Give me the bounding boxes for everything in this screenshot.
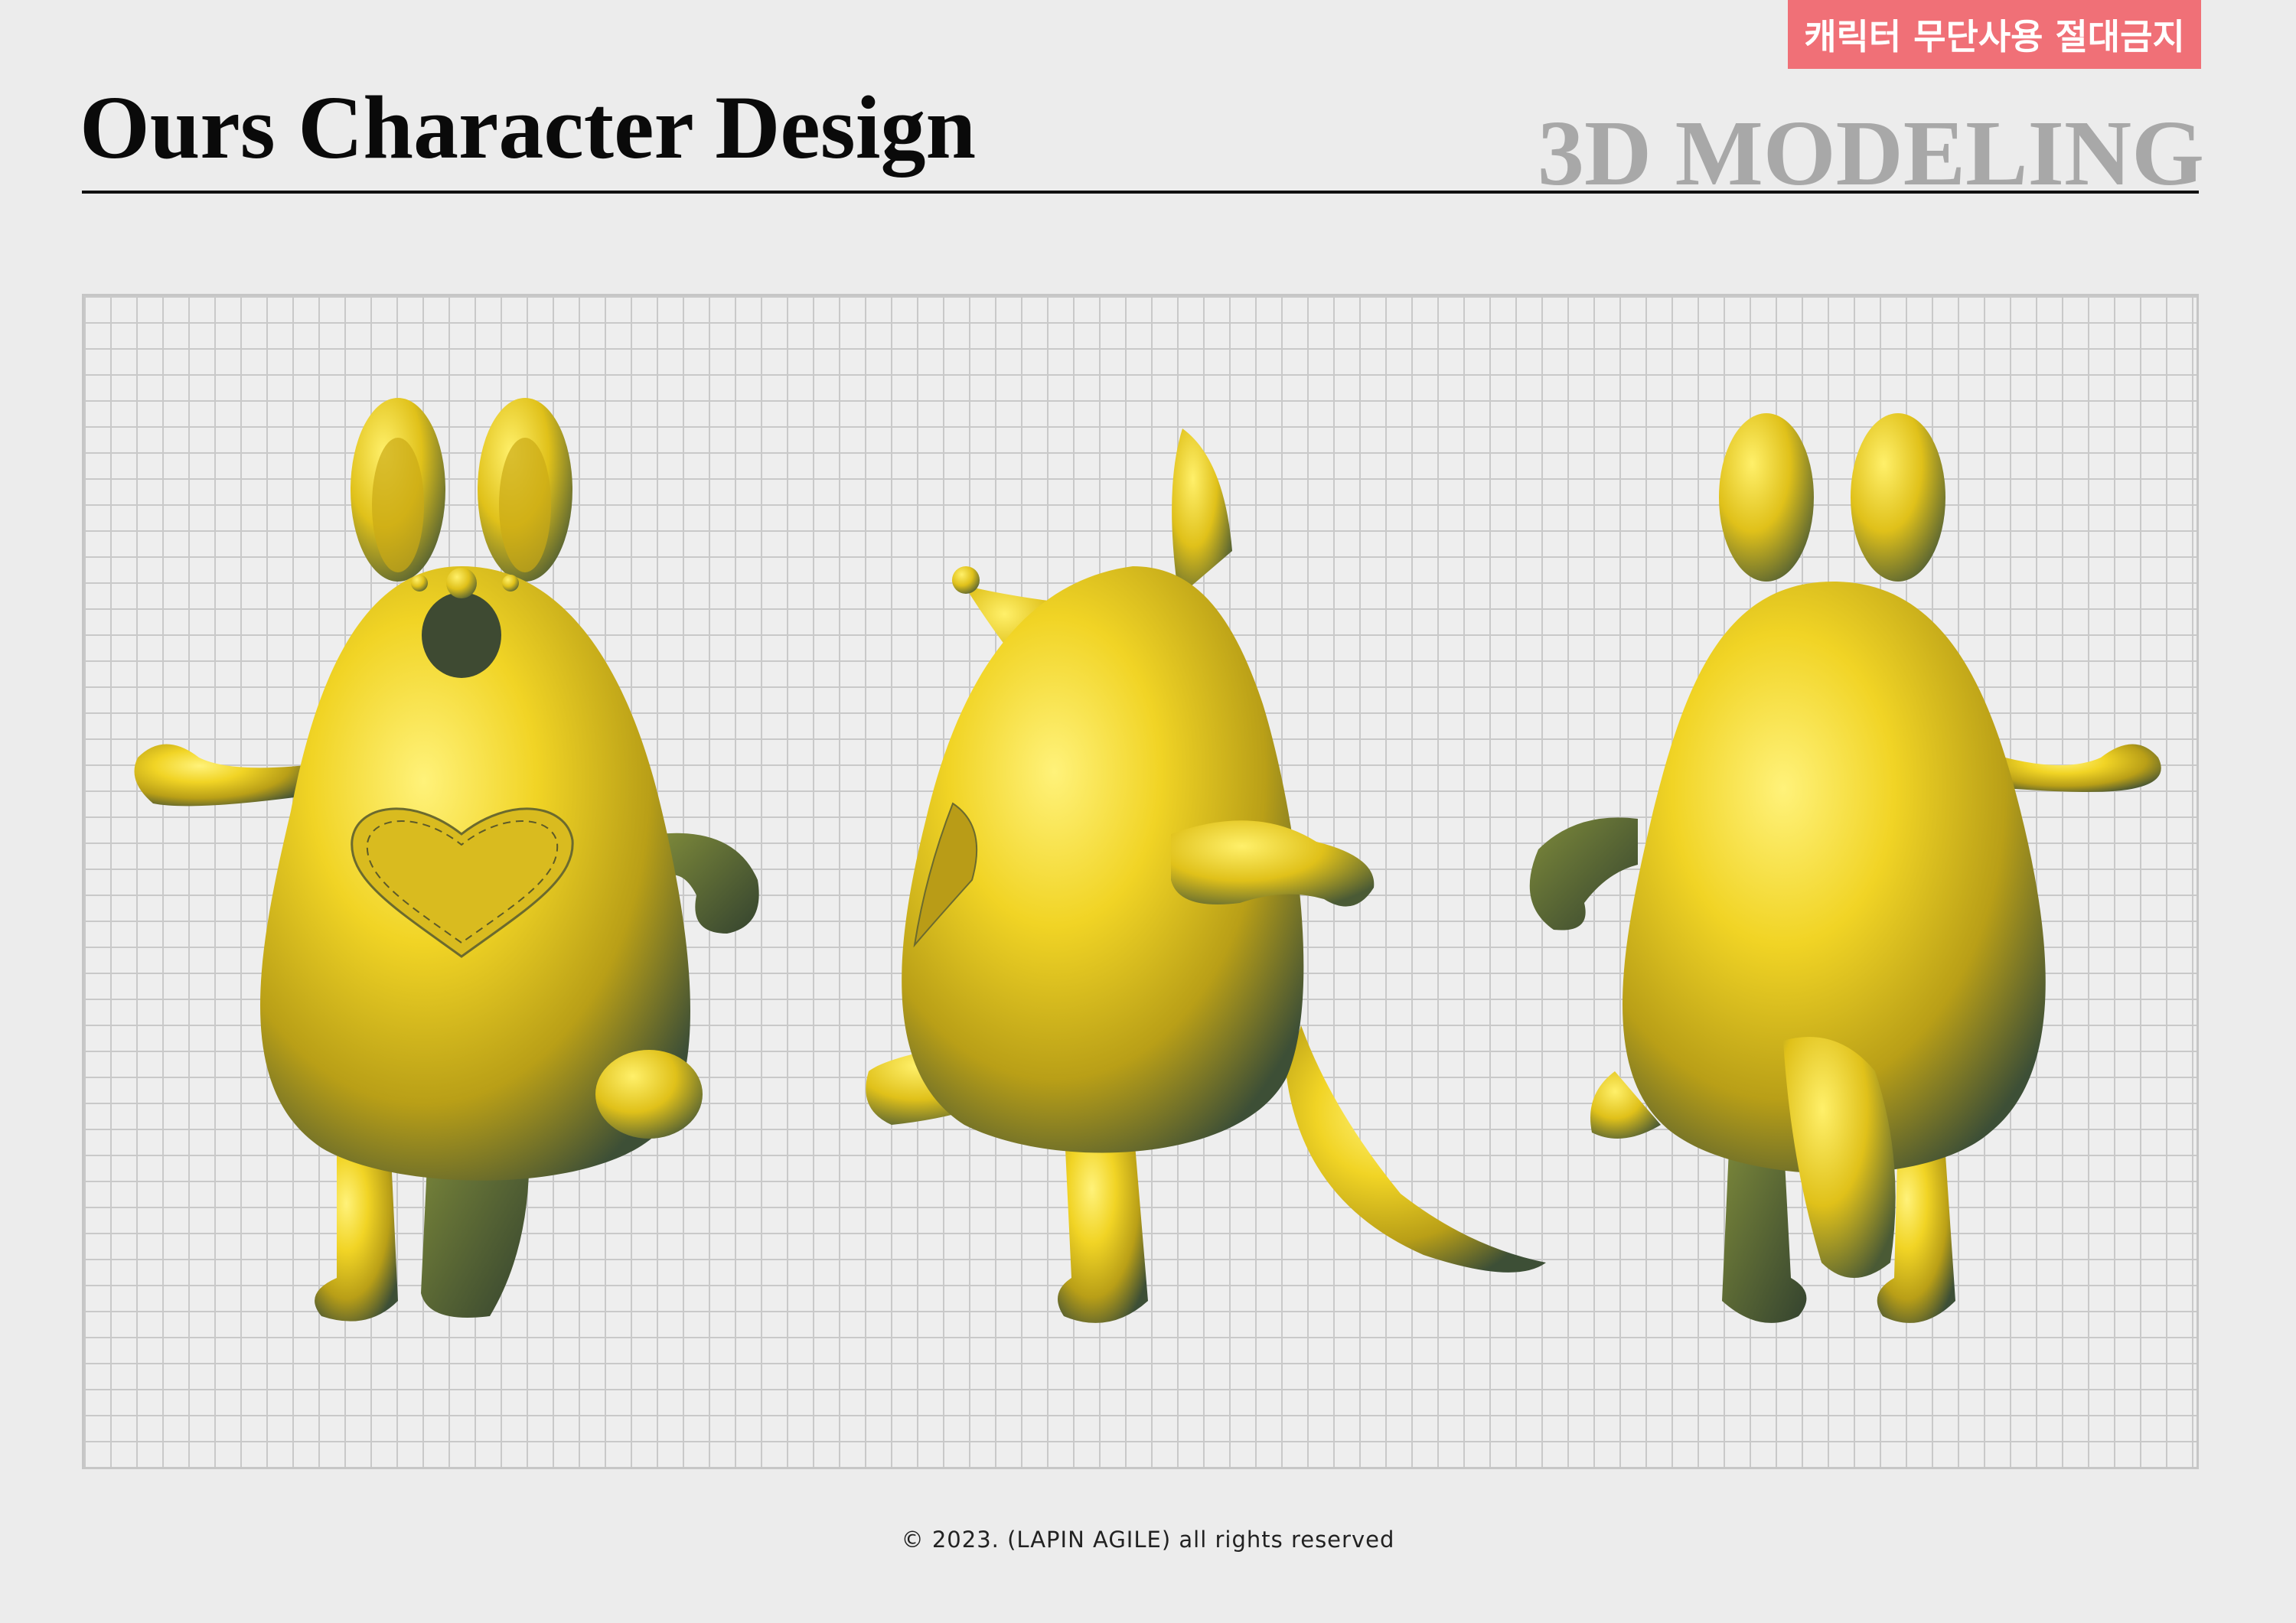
character-views xyxy=(134,398,2161,1323)
character-back-icon xyxy=(1529,413,2161,1323)
character-side-icon xyxy=(866,429,1546,1323)
character-front-icon xyxy=(134,398,759,1322)
copyright-footer: © 2023. (LAPIN AGILE) all rights reserve… xyxy=(901,1527,1395,1553)
